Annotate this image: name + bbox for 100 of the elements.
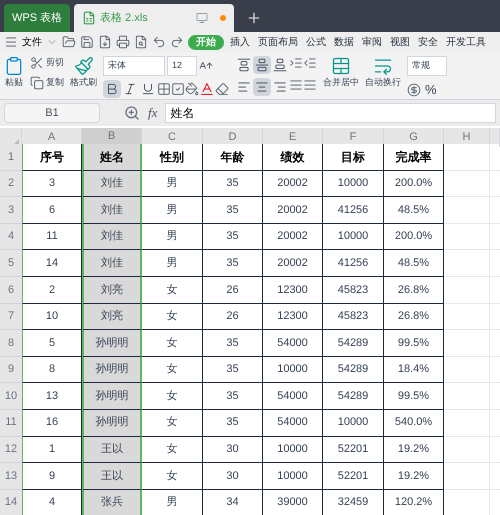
table-cell: 48.5% [384,197,444,224]
table-cell: 女 [142,276,203,304]
row-header[interactable]: 4 [0,224,22,250]
paste-button[interactable]: 粘贴 [5,76,23,90]
undo-icon[interactable] [152,35,166,49]
spreadsheet-icon [82,11,96,25]
zoom-icon[interactable] [124,105,140,121]
export-icon[interactable] [98,35,112,49]
column-header[interactable]: H [444,128,490,146]
document-tab[interactable]: WPS 表格 [4,4,70,32]
justify-icon[interactable] [289,78,303,92]
currency-icon[interactable] [407,82,421,97]
function-button[interactable]: fx [148,103,158,123]
font-size-field[interactable]: 12 [167,56,197,76]
menu-tab[interactable]: 开始 [188,34,224,50]
save-icon[interactable] [80,35,94,49]
table-cell: 200.0% [384,224,444,250]
row-header[interactable]: 8 [0,330,22,357]
row-header[interactable]: 6 [0,276,22,304]
font-name-field[interactable]: 宋体 [103,56,165,76]
vertical-align-button[interactable] [235,56,253,74]
menu-tab[interactable]: 公式 [304,34,328,50]
name-box[interactable]: B1 [4,103,100,123]
table-cell: 20002 [263,170,323,198]
row-header[interactable]: 1 [0,144,22,171]
row-header[interactable]: 3 [0,197,22,224]
outdent-icon[interactable] [303,56,317,70]
table-cell: 女 [142,330,203,357]
table-cell: 54000 [263,330,323,357]
menu-tab[interactable]: 页面布局 [256,34,300,50]
font-color-icon[interactable] [199,81,215,97]
fill-color-icon[interactable] [185,82,199,96]
row-header[interactable]: 7 [0,304,22,330]
formula-field[interactable]: 姓名 [165,103,496,123]
table-cell: 10000 [263,356,323,384]
horizontal-align-button[interactable] [253,78,271,96]
vertical-align-button[interactable] [271,56,289,74]
table-cell: 女 [142,436,203,464]
column-header[interactable]: D [203,128,263,146]
table-cell: 26.8% [384,304,444,330]
table-cell: 52201 [323,436,384,464]
row-header[interactable]: 9 [0,356,22,384]
folder-icon[interactable] [62,35,76,49]
merge-icon[interactable] [331,56,351,76]
row-header[interactable]: 10 [0,383,22,410]
merge-center-button[interactable]: 合并居中 [323,76,359,90]
table-cell: 54000 [263,410,323,437]
row-header[interactable]: 12 [0,436,22,464]
percent-button[interactable]: % [425,80,437,100]
format-painter-button[interactable]: 格式刷 [70,76,97,90]
header-cell: 性别 [142,144,203,171]
preview-icon[interactable] [134,35,148,49]
column-header[interactable]: E [263,128,323,146]
number-format-field[interactable]: 常规 [407,56,447,76]
table-cell: 刘亮 [82,276,142,304]
paintbrush-icon[interactable] [74,56,94,76]
indent-icon[interactable] [289,56,303,70]
copy-icon[interactable] [30,76,44,90]
table-cell: 男 [142,197,203,224]
file-menu[interactable]: 文件 [22,34,42,50]
copy-button[interactable]: 复制 [46,76,64,90]
wrap-text-button[interactable]: 自动换行 [365,76,401,90]
table-cell: 王以 [82,463,142,490]
menu-tab[interactable]: 审阅 [360,34,384,50]
border-icon[interactable] [157,82,171,96]
cut-button[interactable]: 剪切 [46,56,64,70]
menu-tab[interactable]: 安全 [416,34,440,50]
table-cell: 54289 [323,383,384,410]
table-cell: 30 [203,463,263,490]
bold-button[interactable] [103,80,121,98]
menu-tab[interactable]: 插入 [228,34,252,50]
table-cell: 刘佳 [82,250,142,277]
paste-icon[interactable] [4,56,24,76]
row-header[interactable]: 5 [0,250,22,277]
redo-icon[interactable] [170,35,184,49]
menu-tab[interactable]: 视图 [388,34,412,50]
document-tab[interactable]: 表格 2.xls [74,4,234,32]
printer-icon[interactable] [116,35,130,49]
header-cell: 姓名 [82,144,142,171]
table-cell: 41256 [323,250,384,277]
menu-tab[interactable]: 数据 [332,34,356,50]
menu-tab[interactable]: 开发工具 [444,34,488,50]
column-header[interactable]: F [323,128,384,146]
table-cell: 20002 [263,250,323,277]
distribute-icon[interactable] [303,78,317,92]
vertical-align-button[interactable] [253,56,271,74]
row-header[interactable]: 13 [0,463,22,490]
table-cell: 45823 [323,276,384,304]
eraser-icon[interactable] [215,82,229,96]
row-header[interactable]: 11 [0,410,22,437]
checkbox-icon[interactable] [171,82,185,96]
table-cell: 54000 [263,383,323,410]
row-header[interactable]: 14 [0,490,22,515]
menu-icon[interactable] [4,35,18,49]
scissors-icon[interactable] [30,56,44,70]
row-header[interactable]: 2 [0,170,22,198]
table-cell: 120.2% [384,490,444,515]
table-cell: 35 [203,250,263,277]
column-header[interactable]: G [384,128,444,146]
table-cell: 10000 [323,410,384,437]
